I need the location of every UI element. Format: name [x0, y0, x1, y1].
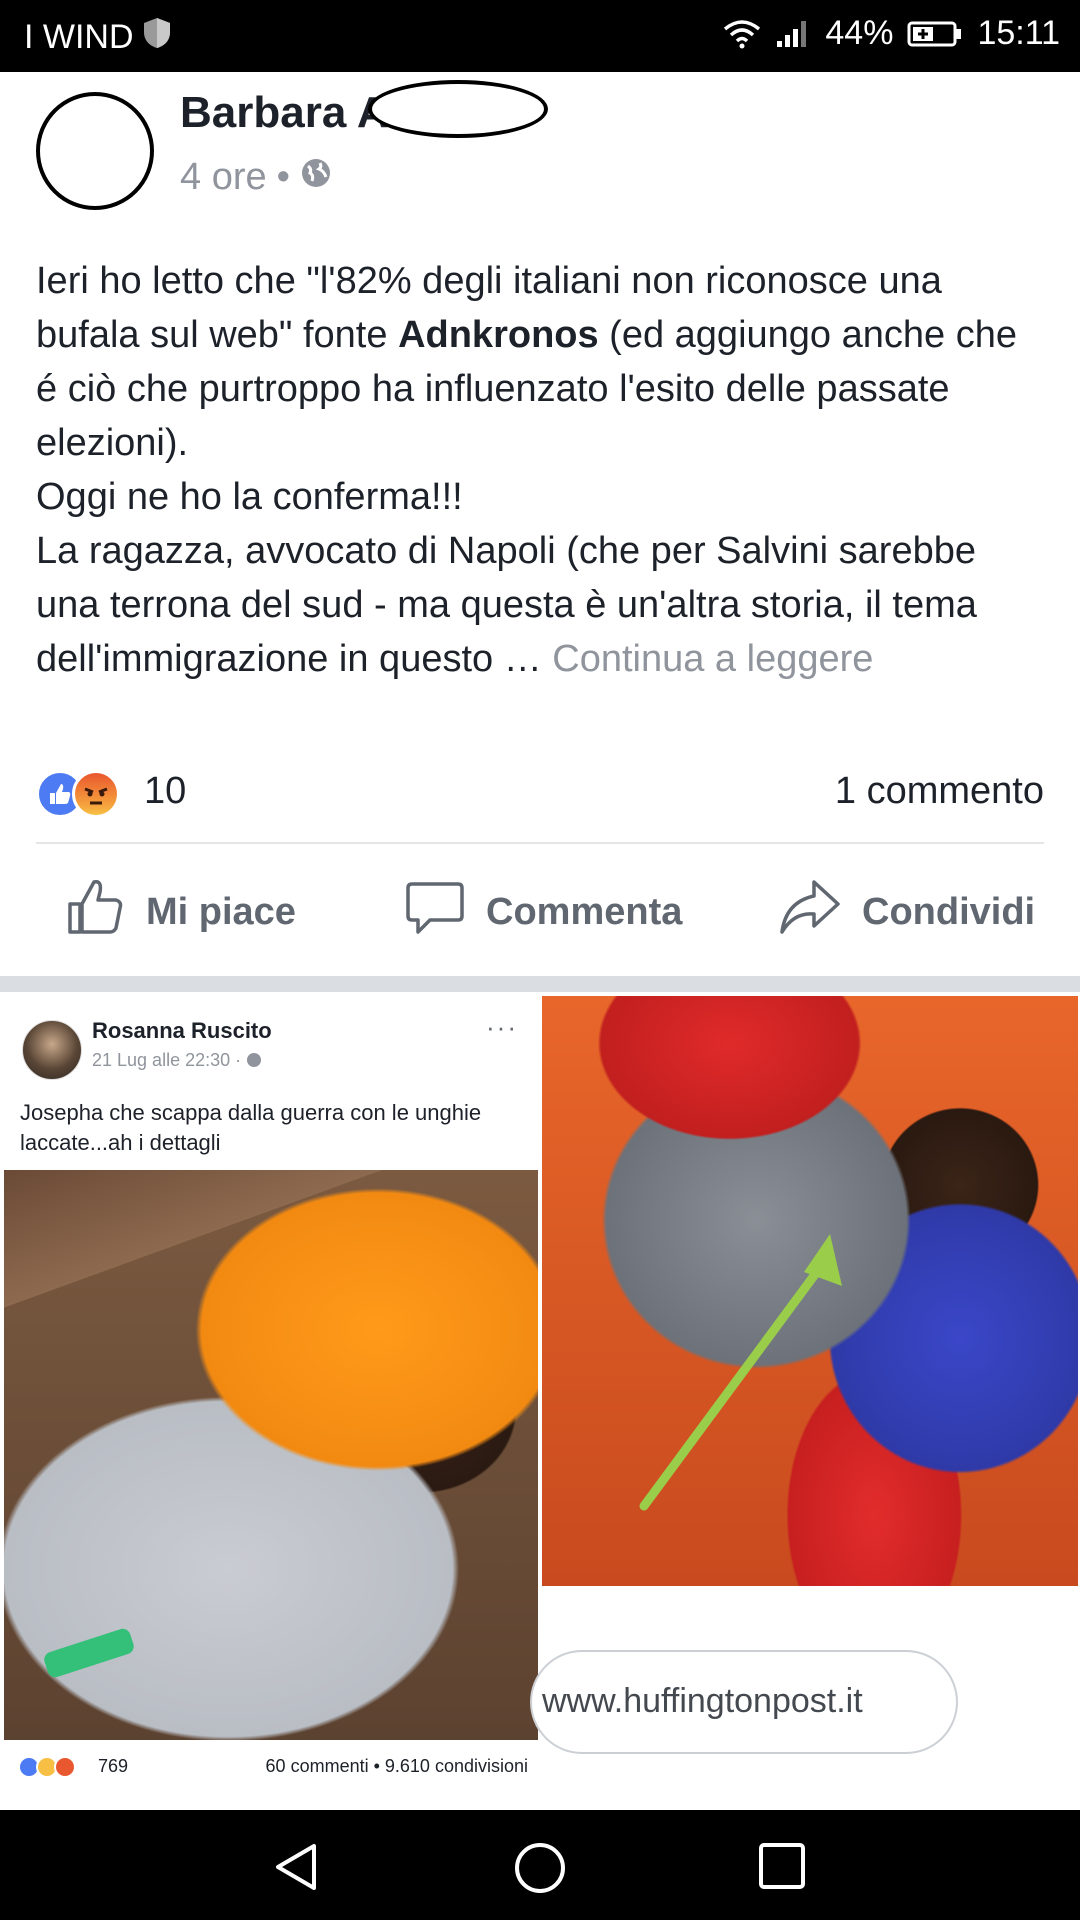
status-bar: I WIND 44% 15:11: [0, 0, 1080, 72]
angry-reaction-icon: [72, 770, 120, 818]
embedded-reaction-count: 769: [98, 1756, 129, 1776]
thumbs-up-icon: [64, 876, 126, 948]
post-paragraph: Oggi ne ho la conferma!!!: [36, 476, 463, 518]
post-paragraph: La ragazza, avvocato di Napoli (che per …: [36, 524, 1046, 686]
embedded-comments: 60 commenti • 9.610 condivisioni: [265, 1756, 528, 1776]
recents-square-icon: [759, 1843, 805, 1889]
embedded-globe-icon: [246, 1050, 262, 1070]
post-header: Barbara A 4 ore •: [0, 72, 1080, 222]
embedded-avatar: [22, 1020, 82, 1080]
wifi-icon: [723, 19, 761, 49]
home-circle-icon: [515, 1843, 565, 1893]
reactions-summary[interactable]: 10 1 commento: [36, 766, 1044, 822]
embedded-text: Josepha che scappa dalla guerra con le u…: [20, 1100, 482, 1155]
recents-button[interactable]: [756, 1840, 808, 1897]
battery-percent: 44%: [825, 14, 894, 52]
comment-button[interactable]: Commenta: [404, 872, 682, 952]
author-avatar[interactable]: [36, 92, 154, 210]
status-right: 44% 15:11: [723, 14, 1060, 53]
separator-dot: •: [276, 156, 290, 198]
author-name[interactable]: Barbara A: [180, 88, 389, 138]
post-actions: Mi piace Commenta Condividi: [0, 872, 1080, 952]
back-triangle-icon: [276, 1844, 316, 1890]
embedded-footer: 769 60 commenti • 9.610 condivisioni: [18, 1756, 528, 1784]
green-arrow-icon: [639, 1234, 842, 1511]
speech-bubble-icon: [404, 876, 466, 948]
navigation-bar: [0, 1810, 1080, 1920]
post-body: Ieri ho letto che "l'82% degli italiani …: [36, 254, 1046, 686]
home-button[interactable]: [512, 1840, 568, 1901]
continue-reading-link[interactable]: Continua a leggere: [552, 638, 873, 680]
divider: [36, 842, 1044, 844]
comment-label: Commenta: [486, 890, 683, 933]
share-arrow-icon: [778, 876, 842, 948]
post-paragraph: Ieri ho letto che "l'82% degli italiani …: [36, 254, 1046, 470]
clock: 15:11: [977, 14, 1060, 52]
wristband: [42, 1626, 136, 1680]
shield-icon: [142, 16, 172, 59]
share-button[interactable]: Condividi: [778, 872, 1035, 952]
embedded-time: 21 Lug alle 22:30 ·: [92, 1050, 247, 1070]
signal-icon: [775, 19, 811, 49]
globe-icon: [300, 156, 332, 199]
source-url: www.huffingtonpost.it: [542, 1682, 863, 1720]
reaction-count: 10: [144, 770, 187, 812]
news-photo-panel: www.huffingtonpost.it: [530, 996, 1078, 1806]
url-badge: www.huffingtonpost.it: [530, 1650, 958, 1754]
embedded-photo: [4, 1170, 538, 1740]
post-image[interactable]: Rosanna Ruscito 21 Lug alle 22:30 · ··· …: [0, 992, 1080, 1810]
embedded-meta: 21 Lug alle 22:30 ·: [92, 1050, 262, 1071]
post-meta: 4 ore •: [180, 156, 332, 199]
like-label: Mi piace: [146, 890, 296, 933]
section-separator: [0, 976, 1080, 992]
embedded-post-screenshot: Rosanna Ruscito 21 Lug alle 22:30 · ··· …: [0, 992, 540, 1810]
status-left: I WIND: [24, 16, 172, 59]
post-time[interactable]: 4 ore: [180, 156, 267, 199]
share-label: Condividi: [862, 890, 1036, 933]
battery-icon: [907, 20, 963, 48]
embedded-more-icon: ···: [486, 1012, 518, 1042]
like-button[interactable]: Mi piace: [64, 872, 296, 952]
carrier-label: I WIND: [24, 18, 134, 56]
redaction-mark: [368, 80, 548, 138]
angry-dot-icon: [54, 1756, 76, 1778]
reaction-icons: [36, 770, 132, 818]
back-button[interactable]: [270, 1840, 324, 1899]
source-name: Adnkronos: [398, 314, 599, 356]
embedded-author: Rosanna Ruscito: [92, 1018, 272, 1043]
comment-count[interactable]: 1 commento: [835, 770, 1044, 813]
embedded-reaction-icons: [18, 1756, 76, 1778]
